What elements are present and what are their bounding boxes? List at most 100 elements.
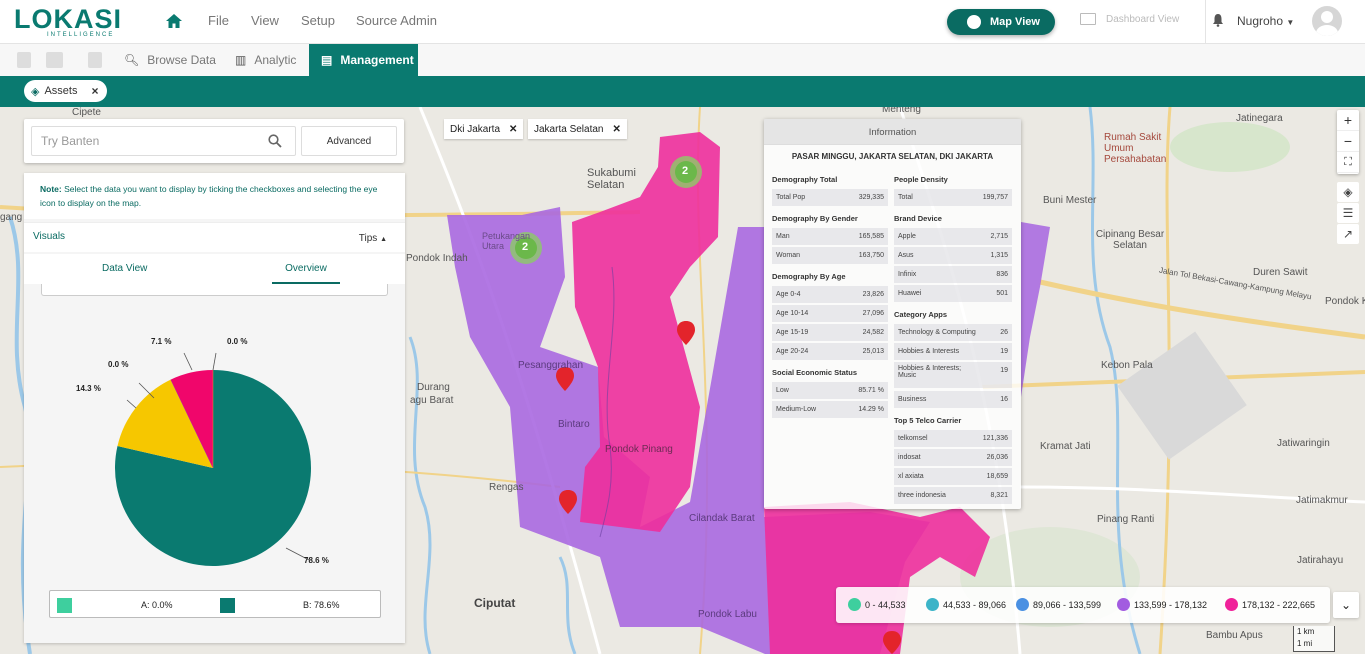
info-key: xl axiata	[898, 473, 924, 480]
tab-overview[interactable]: Overview	[272, 263, 340, 284]
info-key: indosat	[898, 454, 921, 461]
range-swatch	[1016, 598, 1029, 611]
info-row: Low 85.71 %	[772, 382, 888, 399]
legend-label: A: 0.0%	[141, 600, 173, 610]
tab-management[interactable]: ▤ Management	[309, 44, 418, 76]
info-row: telkomsel 121,336	[894, 430, 1012, 447]
info-key: Low	[776, 387, 789, 394]
folder-icon[interactable]	[46, 52, 63, 68]
advanced-button[interactable]: Advanced	[301, 126, 397, 156]
assets-chip[interactable]: ◈ Assets ×	[24, 80, 107, 102]
info-value: 199,757	[982, 194, 1008, 201]
assets-label: Assets	[44, 85, 78, 97]
user-name: Nugroho	[1237, 14, 1284, 28]
tab-analytic[interactable]: ▥ Analytic	[235, 44, 296, 76]
cluster-count[interactable]: 2	[522, 241, 528, 253]
info-value: 329,335	[858, 194, 884, 201]
info-row: Hobbies & Interests 19	[894, 343, 1012, 360]
map-view-button[interactable]: Map View	[947, 9, 1055, 35]
menu-setup[interactable]: Setup	[301, 13, 335, 28]
map-label: Kramat Jati	[1040, 441, 1091, 452]
bell-icon[interactable]	[1212, 13, 1224, 27]
info-value: 26,036	[986, 454, 1008, 461]
tips-label: Tips	[358, 233, 378, 244]
map-label: Sukabumi Selatan	[587, 167, 636, 191]
info-row: Hobbies & Interests; Music 19	[894, 362, 1012, 388]
external-link-icon[interactable]: ↗	[1337, 224, 1359, 244]
pie-label: 7.1 %	[151, 337, 172, 346]
map-label: Jatiwaringin	[1277, 438, 1330, 449]
map-label: Durang	[417, 382, 450, 393]
info-section-title: Demography Total	[772, 175, 838, 184]
cluster-count[interactable]: 2	[682, 165, 688, 177]
info-key: Woman	[776, 252, 800, 259]
pie-leader-line	[138, 382, 155, 399]
avatar[interactable]	[1312, 6, 1342, 36]
note: Note: Select the data you want to displa…	[24, 173, 405, 219]
map-label: Duren Sawit	[1253, 267, 1308, 278]
tab-browse-data[interactable]: 🔍︎ Browse Data	[124, 44, 216, 76]
tab-label: Analytic	[254, 53, 297, 67]
info-key: Age 15-19	[776, 329, 809, 336]
info-section-title: Brand Device	[894, 214, 942, 223]
filter-chip-dki-jakarta[interactable]: Dki Jakarta ✕	[444, 119, 524, 139]
search-icon: 🔍︎	[124, 53, 140, 67]
info-row: Age 20-24 25,013	[772, 343, 888, 360]
map-label: Jatinegara	[1236, 113, 1283, 124]
map-label: Jatirahayu	[1297, 555, 1344, 566]
chevron-down-icon[interactable]: ⌄	[1333, 592, 1359, 618]
info-value: 19	[1000, 348, 1008, 355]
range-legend: 0 - 44,533 44,533 - 89,066 89,066 - 133,…	[836, 587, 1330, 623]
save-icon[interactable]	[88, 52, 102, 68]
info-section-title: Demography By Age	[772, 272, 846, 281]
menu-view[interactable]: View	[251, 13, 279, 28]
info-row: Man 165,585	[772, 228, 888, 245]
scale-km: 1 km	[1297, 627, 1315, 636]
map-label: Pesanggrahan	[518, 360, 584, 371]
search-input[interactable]	[31, 126, 296, 156]
map-label: Pondok Pinang	[605, 444, 673, 455]
range-label: 44,533 - 89,066	[943, 599, 1007, 610]
home-icon[interactable]	[164, 11, 184, 31]
info-value: 18,659	[986, 473, 1008, 480]
filter-icon[interactable]: ☰	[1337, 203, 1359, 223]
note-text: Select the data you want to display by t…	[40, 184, 378, 208]
pie-chart	[115, 352, 311, 566]
close-icon[interactable]: ✕	[509, 124, 517, 135]
chevron-down-icon: ▼	[1286, 18, 1295, 27]
menu-file[interactable]: File	[208, 13, 229, 28]
close-icon[interactable]: ×	[91, 84, 98, 98]
map-label: Pondok Indah	[406, 253, 468, 264]
info-value: 23,826	[862, 291, 884, 298]
info-key: Business	[898, 396, 927, 403]
info-section-title: Category Apps	[894, 310, 948, 319]
monitor-icon	[1080, 13, 1096, 25]
info-value: 2,715	[990, 233, 1008, 240]
dashboard-view-label: Dashboard View	[1106, 13, 1180, 25]
info-row: Age 0-4 23,826	[772, 286, 888, 303]
user-menu[interactable]: Nugroho ▼	[1237, 14, 1294, 28]
zoom-in-button[interactable]: +	[1337, 110, 1359, 131]
menu-source-admin[interactable]: Source Admin	[356, 13, 437, 28]
zoom-out-button[interactable]: −	[1337, 131, 1359, 152]
logo[interactable]: LOKASI INTELLIGENCE	[14, 4, 121, 38]
range-swatch	[1117, 598, 1130, 611]
search-icon[interactable]	[268, 134, 282, 148]
fullscreen-icon[interactable]: ⛶	[1337, 152, 1359, 173]
map-label: Cipinang Besar Selatan	[1095, 229, 1165, 251]
new-file-icon[interactable]	[17, 52, 31, 68]
range-label: 0 - 44,533	[865, 599, 906, 610]
tips-toggle[interactable]: Tips ▲	[359, 233, 387, 244]
category-select[interactable]	[41, 284, 388, 296]
info-value: 19	[1000, 367, 1008, 374]
range-swatch	[848, 598, 861, 611]
close-icon[interactable]: ✕	[613, 124, 621, 135]
info-key: Technology & Computing	[898, 329, 976, 336]
info-key: Asus	[898, 252, 914, 259]
info-key: Apple	[898, 233, 916, 240]
dashboard-view-button[interactable]: Dashboard View	[1080, 13, 1179, 25]
filter-chip-jakarta-selatan[interactable]: Jakarta Selatan ✕	[528, 119, 627, 139]
info-row: Medium-Low 14.29 %	[772, 401, 888, 418]
layers-icon[interactable]: ◈	[1337, 182, 1359, 202]
tab-data-view[interactable]: Data View	[102, 263, 147, 274]
